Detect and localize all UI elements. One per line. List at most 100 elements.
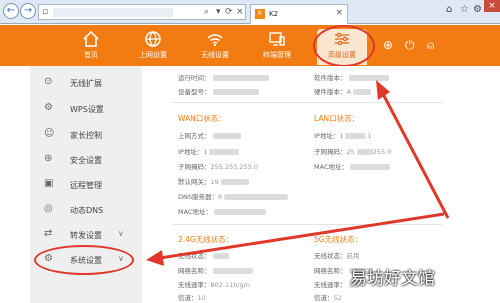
wifi24-channel-label: 信道：	[178, 294, 198, 302]
sidebar-item-security[interactable]: ⊛ 安全设置	[30, 149, 142, 169]
tab-title: K2	[269, 10, 279, 18]
back-arrow-icon[interactable]: ←	[3, 3, 19, 19]
sidebar-item-ddns[interactable]: ◎ 动态DNS	[30, 199, 142, 219]
wifi5-state-value: 启用	[346, 252, 360, 260]
sidebar-item-wps[interactable]: ⚙ WPS设置	[30, 98, 142, 118]
wan-mask-row: 子网掩码：255.255.255.0	[178, 161, 258, 171]
lan-status-title: LAN口状态：	[314, 114, 360, 123]
sidebar-item-label: 远程管理	[70, 181, 102, 190]
home-browser-icon[interactable]: ⌂	[446, 4, 452, 15]
redacted-value	[349, 164, 390, 170]
nav-devices[interactable]: 终端管理	[252, 29, 302, 65]
wan-mask-value: 255.255.255.0	[210, 163, 259, 171]
wifi5-rate-label: 无线速率：	[314, 281, 347, 289]
sidebar-item-label: 转发设置	[70, 231, 102, 240]
wifi5-state-row: 无线状态：启用	[314, 250, 360, 260]
url-field[interactable]	[53, 8, 173, 17]
sidebar-item-parental[interactable]: ☺ 家长控制	[30, 124, 142, 144]
wan-gateway-label: 默认网关：	[178, 178, 211, 186]
top-navigation: 首页 上网设置 无线设置 终端管理 高级设置 ⊕ ⏻ ⍝	[0, 25, 500, 66]
lan-mac-label: MAC地址：	[314, 163, 348, 171]
right-margin	[470, 66, 500, 303]
stop-icon[interactable]: ×	[236, 7, 244, 17]
search-icon[interactable]: ⌕	[204, 7, 209, 17]
software-row: 软件版本：	[314, 72, 389, 82]
redacted-value	[356, 149, 373, 155]
window-close-icon[interactable]: ×	[484, 0, 500, 12]
nav-wireless-label: 无线设置	[201, 51, 229, 59]
watermark-text: 易坊好文馆	[350, 269, 435, 289]
annotation-circle-system	[34, 245, 134, 275]
redacted-value	[345, 133, 366, 139]
wifi-icon	[207, 34, 223, 47]
chevron-down-icon: ∨	[118, 229, 124, 238]
wan-ip-label: IP地址：	[178, 148, 204, 156]
dropdown-icon[interactable]: ▾	[216, 7, 221, 17]
page-icon: ▫	[42, 7, 49, 17]
sidebar-item-forwarding[interactable]: ⇄ 转发设置 ∨	[30, 224, 142, 244]
shield-icon: ⊛	[44, 153, 53, 164]
wifi24-rate-label: 无线速率：	[178, 281, 211, 289]
wifi5-state-label: 无线状态：	[314, 252, 347, 260]
wifi5-channel-row: 信道：52	[314, 292, 342, 302]
wifi24-channel-value: 10	[197, 294, 206, 302]
nav-internet[interactable]: 上网设置	[128, 29, 178, 65]
lan-ip-value: 1	[339, 132, 344, 140]
home-icon	[83, 30, 99, 47]
lan-mask-row: 子网掩码：25 255.0	[314, 146, 391, 156]
device-model-row: 设备型号：	[178, 86, 259, 96]
power-icon[interactable]: ⏻	[405, 38, 415, 53]
sidebar-item-label: WPS设置	[70, 105, 104, 114]
hardware-value: A	[346, 88, 351, 96]
tab-close-icon[interactable]: ×	[335, 8, 343, 18]
wan-dns-label: DNS服务器：	[178, 193, 218, 201]
wan-status-title: WAN口状态：	[178, 114, 226, 123]
annotation-circle-advanced	[313, 25, 375, 67]
redacted-value	[348, 75, 389, 81]
sidebar-item-remote[interactable]: ▣ 远程管理	[30, 174, 142, 194]
nav-devices-label: 终端管理	[263, 51, 291, 59]
lan-mask-label: 子网掩码：	[314, 148, 347, 156]
redacted-value	[209, 149, 240, 155]
wireless-extend-icon: ⊙	[44, 76, 53, 87]
browser-chrome: ← → ▫ ⌕ ▾ ⟳ × K K2 × ⌂ ☆ ⚙ ×	[0, 0, 500, 24]
wan-gateway-row: 默认网关：19	[178, 176, 249, 186]
device-model-label: 设备型号：	[178, 88, 211, 96]
lan-mask-value: 25	[346, 148, 355, 156]
favorites-icon[interactable]: ☆	[460, 4, 469, 15]
wifi24-state-row: 无线状态：	[178, 250, 229, 260]
forward-icon: ⇄	[44, 228, 53, 239]
sidebar-item-label: 动态DNS	[70, 206, 104, 215]
nav-home-label: 首页	[84, 51, 98, 59]
browser-tab[interactable]: K K2 ×	[250, 4, 348, 24]
hardware-label: 硬件版本：	[314, 88, 347, 96]
wifi5-channel-value: 52	[333, 294, 342, 302]
wifi5-ssid-label: 网络名称：	[314, 267, 347, 275]
nav-wireless[interactable]: 无线设置	[190, 29, 240, 65]
redacted-value	[212, 133, 241, 139]
wifi24-rate-value: 802.11b/g/n	[210, 281, 251, 289]
redacted-value	[224, 194, 289, 200]
refresh-icon[interactable]: ⟳	[225, 7, 233, 17]
lan-ip-tail: .1	[365, 132, 372, 140]
devices-icon	[269, 32, 285, 46]
wan-dns-value: 6	[218, 193, 223, 201]
tab-favicon-icon: K	[255, 9, 265, 19]
wifi24-channel-row: 信道：10	[178, 292, 206, 302]
divider	[172, 102, 442, 103]
nav-home[interactable]: 首页	[66, 29, 116, 65]
redacted-value	[212, 253, 229, 259]
settings-gear-icon[interactable]: ⚙	[473, 4, 482, 15]
wan-conn-label: 上网方式：	[178, 132, 211, 140]
remote-icon: ▣	[44, 178, 54, 189]
user-icon[interactable]: ⍝	[427, 38, 434, 53]
wifi24-ssid-row: 网络名称：	[178, 265, 253, 275]
address-bar[interactable]: ▫ ⌕ ▾ ⟳ ×	[38, 4, 246, 20]
add-icon[interactable]: ⊕	[383, 38, 393, 52]
run-time-label: 运行时间：	[178, 74, 211, 82]
sidebar-item-wireless-extend[interactable]: ⊙ 无线扩展	[30, 72, 142, 92]
forward-arrow-icon[interactable]: →	[20, 3, 36, 19]
wifi5-status-title: 5G无线状态：	[314, 235, 363, 244]
wifi24-state-label: 无线状态：	[178, 252, 211, 260]
wan-mac-label: MAC地址：	[178, 208, 212, 216]
